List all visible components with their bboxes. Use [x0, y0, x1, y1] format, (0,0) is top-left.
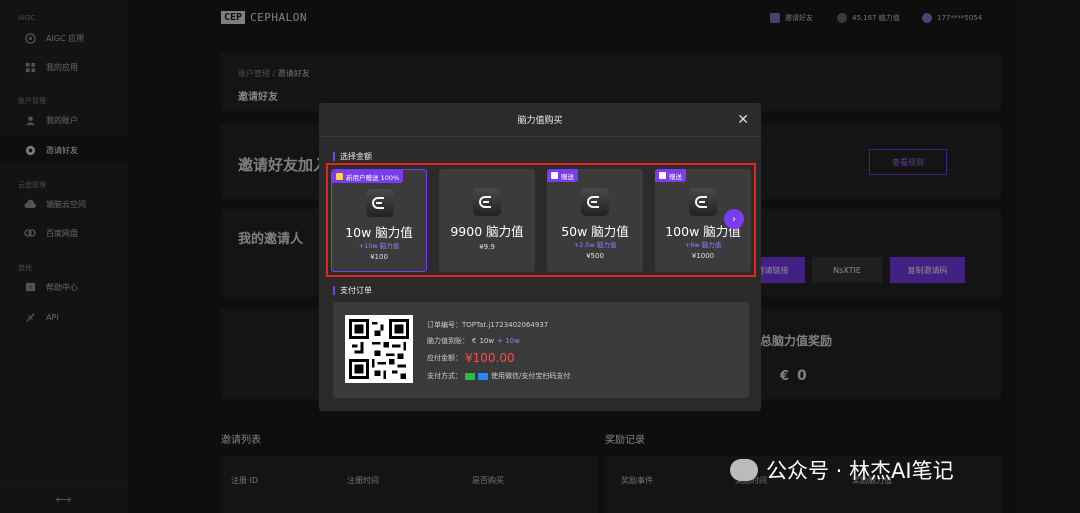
amount-label: 应付金额：	[427, 354, 462, 362]
package-badge: 赠送	[655, 169, 686, 182]
package-name: 9900 脑力值	[450, 224, 524, 239]
package-bonus: +2.5w 脑力值	[573, 241, 617, 249]
close-icon[interactable]: ✕	[737, 112, 749, 128]
receive-bonus: + 10w	[497, 337, 520, 345]
order-number-line: 订单编号： TOPTat.j1723402064937	[427, 320, 548, 330]
next-packages-button[interactable]: ›	[724, 209, 744, 229]
package-price: ¥1000	[691, 252, 715, 260]
purchase-modal: 脑力值购买 ✕ 选择金额 新用户赠送 100% 10w 脑力值 +10w 脑力值…	[319, 103, 761, 411]
receive-label: 脑力值到账：	[427, 337, 469, 345]
crown-icon	[336, 173, 343, 180]
alipay-icon	[478, 372, 488, 380]
package-name: 50w 脑力值	[561, 224, 629, 239]
package-price: ¥500	[586, 252, 604, 260]
modal-title: 脑力值购买	[517, 116, 563, 126]
order-number: TOPTat.j1723402064937	[462, 321, 549, 329]
badge-label: 新用户赠送 100%	[346, 173, 400, 182]
package-option[interactable]: 赠送 50w 脑力值 +2.5w 脑力值 ¥500	[547, 169, 643, 272]
gift-icon	[659, 172, 666, 179]
package-badge: 新用户赠送 100%	[332, 170, 404, 183]
modal-header: 脑力值购买 ✕	[319, 103, 761, 137]
package-price: ¥9.9	[479, 243, 495, 251]
coin-icon	[581, 188, 609, 216]
receive-base: 10w	[479, 337, 495, 345]
order-number-label: 订单编号：	[427, 321, 462, 329]
payment-qr-code	[345, 315, 413, 383]
coin-icon	[689, 188, 717, 216]
coin-icon	[473, 188, 501, 216]
amount-value: ¥100.00	[465, 351, 515, 365]
select-amount-label: 选择金额	[333, 152, 372, 161]
receive-line: 脑力值到账： € 10w + 10w	[427, 336, 520, 346]
package-bonus: +10w 脑力值	[358, 242, 400, 250]
wechat-icon	[730, 459, 758, 481]
chevron-right-icon: ›	[732, 213, 736, 225]
pay-order-label: 支付订单	[333, 286, 372, 295]
coin-icon	[366, 189, 394, 217]
pay-method-text: 使用微信/支付宝扫码支付	[491, 372, 571, 380]
order-panel: 订单编号： TOPTat.j1723402064937 脑力值到账： € 10w…	[333, 302, 749, 398]
pay-method-label: 支付方式：	[427, 372, 462, 380]
package-name: 10w 脑力值	[345, 225, 413, 240]
badge-label: 赠送	[561, 172, 574, 181]
gift-icon	[551, 172, 558, 179]
package-badge: 赠送	[547, 169, 578, 182]
badge-label: 赠送	[669, 172, 682, 181]
wechat-pay-icon	[465, 372, 475, 380]
pay-method-line: 支付方式： 使用微信/支付宝扫码支付	[427, 371, 570, 381]
package-list: 新用户赠送 100% 10w 脑力值 +10w 脑力值 ¥100 9900 脑力…	[326, 163, 756, 277]
coin-icon: €	[472, 337, 477, 345]
watermark: 公众号 · 林杰AI笔记	[730, 455, 954, 485]
package-bonus: +8w 脑力值	[684, 241, 722, 249]
package-price: ¥100	[370, 253, 388, 261]
amount-line: 应付金额： ¥100.00	[427, 351, 515, 365]
package-option[interactable]: 9900 脑力值 ¥9.9	[439, 169, 535, 272]
watermark-text: 公众号 · 林杰AI笔记	[766, 459, 954, 483]
package-option[interactable]: 新用户赠送 100% 10w 脑力值 +10w 脑力值 ¥100	[331, 169, 427, 272]
